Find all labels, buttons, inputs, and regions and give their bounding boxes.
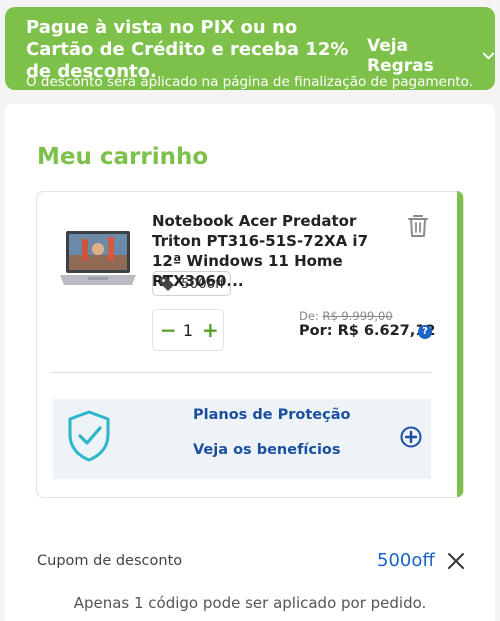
- tag-icon: [160, 276, 174, 291]
- trash-icon[interactable]: [407, 213, 429, 239]
- applied-coupon-code: 500off: [377, 550, 435, 571]
- protection-plans-title[interactable]: Planos de Proteção: [193, 407, 350, 423]
- promo-banner: Pague à vista no PIX ou no Cartão de Cré…: [5, 7, 495, 90]
- quantity-value[interactable]: 1: [183, 321, 193, 340]
- product-image[interactable]: [58, 225, 138, 295]
- increase-quantity-button[interactable]: +: [202, 318, 219, 342]
- decrease-quantity-button[interactable]: −: [160, 318, 177, 342]
- add-protection-plus-icon[interactable]: [400, 426, 422, 448]
- help-icon[interactable]: ?: [418, 325, 432, 339]
- promo-subtitle: O desconto será aplicado na página de fi…: [26, 74, 473, 90]
- see-benefits-link[interactable]: Veja os benefícios: [193, 442, 341, 458]
- coupon-label: Cupom de desconto: [37, 553, 183, 569]
- cart-title: Meu carrinho: [37, 144, 209, 170]
- tag-label: 500off: [181, 275, 225, 292]
- shield-check-icon: [68, 410, 110, 462]
- old-price-prefix: De:: [299, 309, 323, 323]
- card-accent-bar: [457, 191, 463, 497]
- quantity-stepper: − 1 +: [152, 309, 224, 351]
- old-price: De: R$ 9.999,00: [299, 309, 393, 323]
- rules-toggle-button[interactable]: Veja Regras: [367, 36, 495, 76]
- divider: [52, 372, 432, 373]
- chevron-down-icon: [482, 52, 495, 60]
- old-price-value: R$ 9.999,00: [322, 309, 393, 323]
- coupon-note: Apenas 1 código pode ser aplicado por pe…: [73, 594, 427, 612]
- current-price: Por: R$ 6.627,12: [299, 323, 436, 339]
- rules-label: Veja Regras: [367, 36, 434, 76]
- close-icon[interactable]: [447, 552, 465, 570]
- coupon-tag-badge: 500off: [152, 271, 232, 296]
